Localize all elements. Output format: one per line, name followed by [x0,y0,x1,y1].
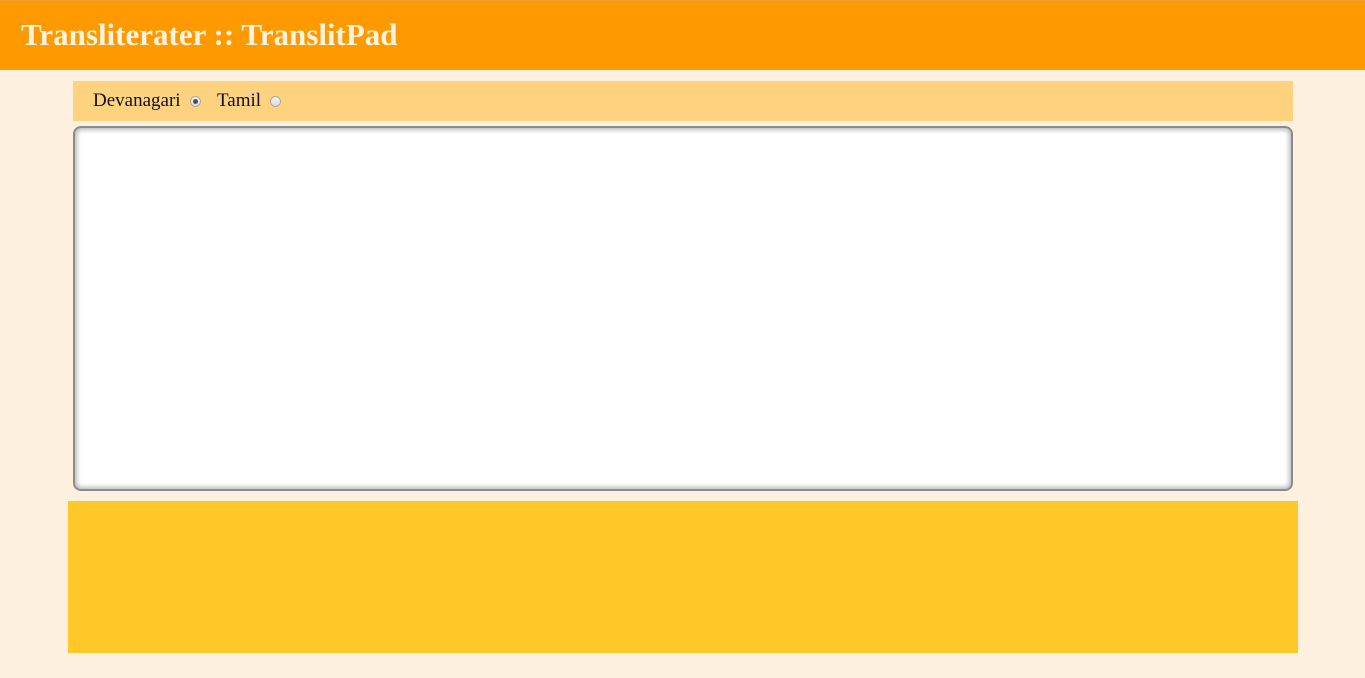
option-tamil-label: Tamil [217,90,262,111]
devanagari-radio[interactable] [189,95,201,107]
output-panel [68,501,1298,653]
app-header: Transliterater :: TranslitPad [0,0,1365,70]
option-devanagari[interactable]: Devanagari [93,81,201,121]
translit-text-area[interactable] [73,126,1293,491]
option-tamil[interactable]: Tamil [217,81,282,121]
option-devanagari-label: Devanagari [93,90,181,111]
tamil-radio[interactable] [270,95,282,107]
script-selector-bar: Devanagari Tamil [73,81,1293,121]
app-title: Transliterater :: TranslitPad [21,17,398,52]
